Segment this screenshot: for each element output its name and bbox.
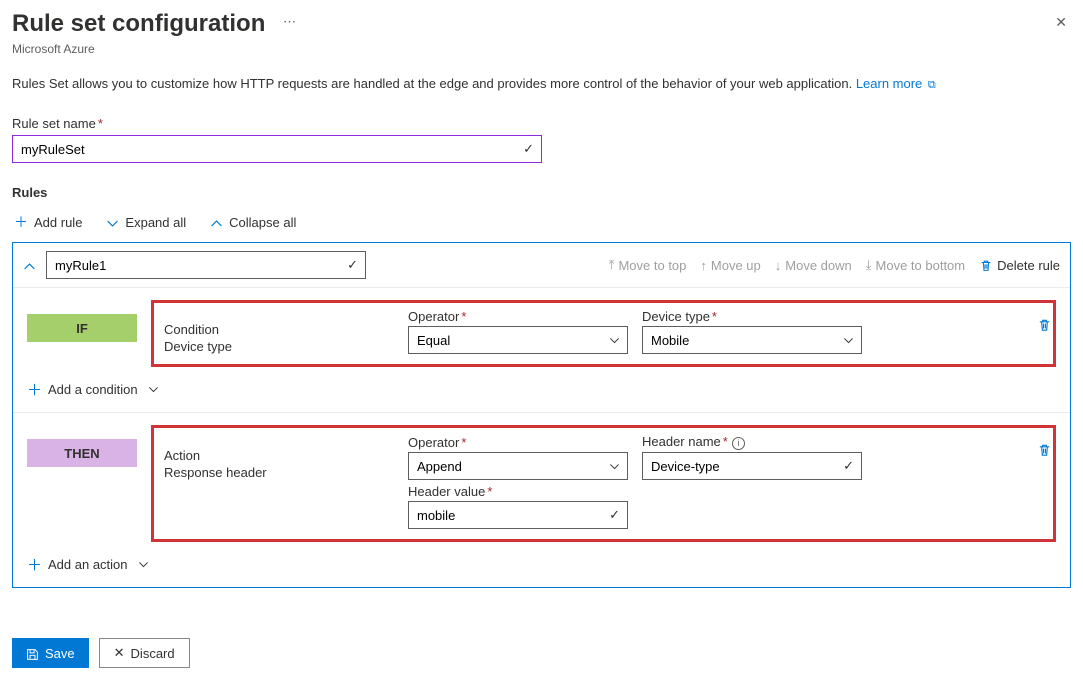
add-action-button[interactable]: ＋ Add an action: [27, 554, 149, 575]
if-highlight-box: Condition Device type Operator* Equal De…: [151, 300, 1056, 367]
page-subtitle: Microsoft Azure: [12, 42, 296, 56]
arrow-top-icon: ⤒: [609, 257, 615, 273]
external-link-icon: ⧉: [928, 79, 936, 91]
then-operator-select[interactable]: Append: [408, 452, 628, 480]
move-to-bottom-button: ⤓Move to bottom: [866, 257, 965, 273]
info-icon[interactable]: i: [732, 437, 745, 450]
then-highlight-box: Action Response header Operator* Append …: [151, 425, 1056, 542]
move-to-top-button: ⤒Move to top: [609, 257, 687, 273]
if-section: IF Condition Device type Operator* Equal: [13, 288, 1070, 413]
plus-icon: ＋: [14, 212, 28, 232]
then-badge: THEN: [27, 439, 137, 467]
rule-name-input[interactable]: [46, 251, 366, 279]
save-icon: [26, 645, 39, 660]
page-title: Rule set configuration: [12, 10, 265, 38]
rules-toolbar: ＋ Add rule Expand all Collapse all: [12, 208, 1071, 236]
learn-more-link[interactable]: Learn more ⧉: [856, 76, 936, 91]
add-rule-button[interactable]: ＋ Add rule: [12, 208, 84, 236]
rule-set-name-label: Rule set name*: [12, 116, 1071, 131]
collapse-all-button[interactable]: Collapse all: [208, 210, 298, 234]
action-label: Action: [164, 448, 394, 463]
chevron-down-icon: [148, 384, 159, 396]
then-section: THEN Action Response header Operator* Ap…: [13, 413, 1070, 587]
close-icon: ✕: [1055, 14, 1067, 30]
action-value: Response header: [164, 465, 394, 480]
rule-header: ✓ ⤒Move to top ↑Move up ↓Move down ⤓Move…: [13, 243, 1070, 287]
arrow-down-icon: ↓: [775, 258, 782, 273]
description-text: Rules Set allows you to customize how HT…: [12, 76, 1071, 92]
device-type-label: Device type*: [642, 309, 862, 324]
then-operator-label: Operator*: [408, 435, 628, 450]
close-button[interactable]: ✕: [1051, 10, 1071, 35]
header-name-input[interactable]: [642, 452, 862, 480]
rule-set-name-input[interactable]: [12, 135, 542, 163]
chevron-up-icon: [210, 214, 223, 230]
expand-all-button[interactable]: Expand all: [104, 210, 188, 234]
save-button[interactable]: Save: [12, 638, 89, 668]
chevron-down-icon: [138, 559, 149, 571]
plus-icon: ＋: [27, 554, 42, 575]
device-type-select[interactable]: Mobile: [642, 326, 862, 354]
move-down-button: ↓Move down: [775, 258, 852, 273]
header-value-input[interactable]: [408, 501, 628, 529]
page-header: Rule set configuration ⋯ Microsoft Azure…: [12, 10, 1071, 56]
rules-heading: Rules: [12, 185, 1071, 200]
operator-select[interactable]: Equal: [408, 326, 628, 354]
arrow-up-icon: ↑: [700, 258, 707, 273]
close-icon: ✕: [114, 645, 125, 661]
trash-icon: [979, 257, 993, 273]
move-up-button: ↑Move up: [700, 258, 760, 273]
delete-rule-button[interactable]: Delete rule: [979, 257, 1060, 273]
plus-icon: ＋: [27, 379, 42, 400]
rule-card: ✓ ⤒Move to top ↑Move up ↓Move down ⤓Move…: [12, 242, 1071, 588]
condition-value: Device type: [164, 339, 394, 354]
rule-collapse-toggle[interactable]: [23, 257, 36, 272]
arrow-bottom-icon: ⤓: [866, 257, 872, 273]
footer-actions: Save ✕ Discard: [12, 638, 1071, 668]
operator-label: Operator*: [408, 309, 628, 324]
header-name-label: Header name*i: [642, 434, 862, 450]
condition-label: Condition: [164, 322, 394, 337]
delete-action-button[interactable]: [1037, 441, 1052, 458]
add-condition-button[interactable]: ＋ Add a condition: [27, 379, 159, 400]
delete-condition-button[interactable]: [1037, 316, 1052, 333]
discard-button[interactable]: ✕ Discard: [99, 638, 190, 668]
header-value-label: Header value*: [408, 484, 628, 499]
chevron-down-icon: [106, 214, 119, 230]
more-icon[interactable]: ⋯: [283, 14, 296, 30]
if-badge: IF: [27, 314, 137, 342]
